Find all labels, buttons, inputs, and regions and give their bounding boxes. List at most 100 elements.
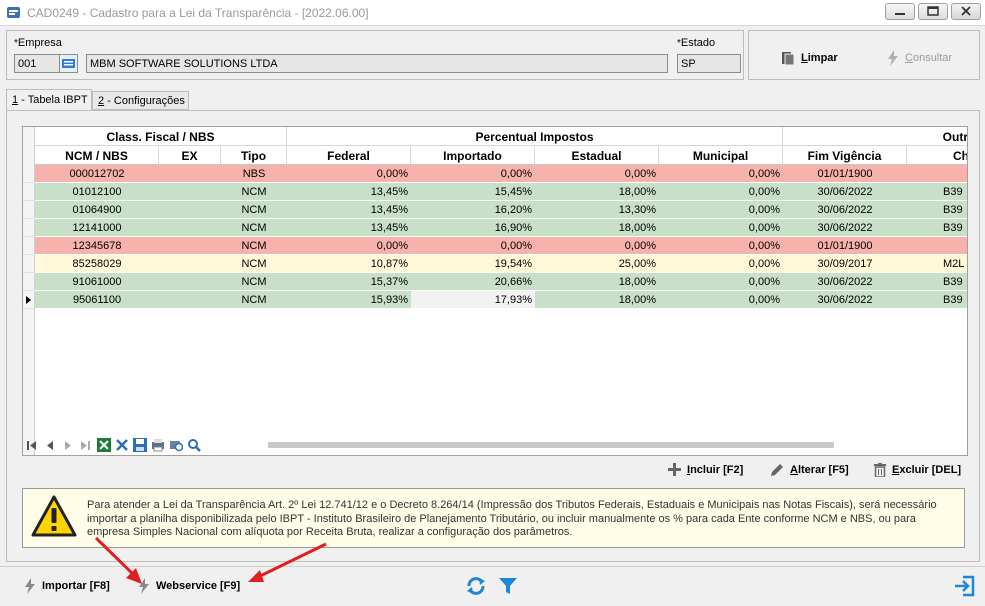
estado-field[interactable]: SP	[677, 54, 741, 73]
col-ch[interactable]: Ch	[907, 146, 967, 165]
limpar-button[interactable]: Limpar	[781, 50, 838, 66]
cell-ch[interactable]	[907, 165, 967, 183]
cell-ncm[interactable]: 12345678	[35, 237, 159, 255]
cell-ncm[interactable]: 01064900	[35, 201, 159, 219]
tools-button[interactable]	[114, 437, 130, 453]
cell-federal[interactable]: 10,87%	[287, 255, 411, 273]
cell-ex[interactable]	[159, 291, 221, 309]
last-record-button[interactable]	[78, 437, 94, 453]
cell-federal[interactable]: 15,93%	[287, 291, 411, 309]
col-ncm-nbs[interactable]: NCM / NBS	[35, 146, 159, 165]
cell-fim[interactable]: 30/06/2022	[783, 183, 907, 201]
cell-federal[interactable]: 0,00%	[287, 165, 411, 183]
cell-tipo[interactable]: NCM	[221, 291, 287, 309]
row-indicator[interactable]	[23, 165, 35, 183]
cell-ch[interactable]: B39	[907, 291, 967, 309]
row-indicator[interactable]	[23, 273, 35, 291]
col-importado[interactable]: Importado	[411, 146, 535, 165]
webservice-button[interactable]: Webservice [F9]	[138, 578, 240, 594]
search-button[interactable]	[186, 437, 202, 453]
cell-federal[interactable]: 13,45%	[287, 219, 411, 237]
col-estadual[interactable]: Estadual	[535, 146, 659, 165]
cell-importado[interactable]: 16,90%	[411, 219, 535, 237]
cell-ncm[interactable]: 91061000	[35, 273, 159, 291]
cell-municipal[interactable]: 0,00%	[659, 183, 783, 201]
cell-ex[interactable]	[159, 183, 221, 201]
next-record-button[interactable]	[60, 437, 76, 453]
cell-estadual[interactable]: 18,00%	[535, 291, 659, 309]
col-tipo[interactable]: Tipo	[221, 146, 287, 165]
table-row[interactable]: 12141000 NCM 13,45% 16,90% 18,00% 0,00% 30/06/…	[23, 219, 967, 237]
table-row[interactable]: 91061000 NCM 15,37% 20,66% 18,00% 0,00% 30/06/…	[23, 273, 967, 291]
table-row[interactable]: 000012702 NBS 0,00% 0,00% 0,00% 0,00% 01/01/19…	[23, 165, 967, 183]
cell-importado[interactable]: 17,93%	[411, 291, 535, 309]
cell-ex[interactable]	[159, 237, 221, 255]
excluir-button[interactable]: Excluir [DEL]	[874, 463, 961, 477]
cell-tipo[interactable]: NBS	[221, 165, 287, 183]
cell-estadual[interactable]: 18,00%	[535, 183, 659, 201]
col-fim-vigencia[interactable]: Fim Vigência	[783, 146, 907, 165]
cell-municipal[interactable]: 0,00%	[659, 291, 783, 309]
cell-importado[interactable]: 19,54%	[411, 255, 535, 273]
cell-tipo[interactable]: NCM	[221, 183, 287, 201]
cell-fim[interactable]: 30/06/2022	[783, 291, 907, 309]
minimize-button[interactable]	[885, 3, 915, 20]
filter-icon[interactable]	[499, 578, 517, 594]
export-excel-button[interactable]	[96, 437, 112, 453]
cell-ch[interactable]: B39	[907, 219, 967, 237]
cell-ex[interactable]	[159, 273, 221, 291]
cell-ex[interactable]	[159, 201, 221, 219]
prev-record-button[interactable]	[42, 437, 58, 453]
row-indicator[interactable]	[23, 291, 35, 309]
row-indicator[interactable]	[23, 255, 35, 273]
alterar-button[interactable]: Alterar [F5]	[770, 463, 849, 477]
cell-estadual[interactable]: 0,00%	[535, 165, 659, 183]
cell-fim[interactable]: 01/01/1900	[783, 165, 907, 183]
cell-ch[interactable]: B39	[907, 273, 967, 291]
cell-ncm[interactable]: 12141000	[35, 219, 159, 237]
close-button[interactable]	[951, 3, 981, 20]
cell-ch[interactable]: B39	[907, 201, 967, 219]
table-row[interactable]: 12345678 NCM 0,00% 0,00% 0,00% 0,00% 01/01/190…	[23, 237, 967, 255]
cell-tipo[interactable]: NCM	[221, 219, 287, 237]
table-row[interactable]: 01064900 NCM 13,45% 16,20% 13,30% 0,00% 30/06/…	[23, 201, 967, 219]
cell-fim[interactable]: 01/01/1900	[783, 237, 907, 255]
table-row[interactable]: 01012100 NCM 13,45% 15,45% 18,00% 0,00% 30/06/…	[23, 183, 967, 201]
cell-tipo[interactable]: NCM	[221, 201, 287, 219]
cell-importado[interactable]: 0,00%	[411, 237, 535, 255]
cell-tipo[interactable]: NCM	[221, 237, 287, 255]
cell-federal[interactable]: 0,00%	[287, 237, 411, 255]
cell-ncm[interactable]: 95061100	[35, 291, 159, 309]
col-ex[interactable]: EX	[159, 146, 221, 165]
cell-municipal[interactable]: 0,00%	[659, 273, 783, 291]
cell-ex[interactable]	[159, 165, 221, 183]
save-grid-button[interactable]	[132, 437, 148, 453]
row-indicator[interactable]	[23, 237, 35, 255]
cell-ncm[interactable]: 000012702	[35, 165, 159, 183]
cell-estadual[interactable]: 13,30%	[535, 201, 659, 219]
col-municipal[interactable]: Municipal	[659, 146, 783, 165]
cell-fim[interactable]: 30/06/2022	[783, 273, 907, 291]
print-button[interactable]	[150, 437, 166, 453]
cell-federal[interactable]: 15,37%	[287, 273, 411, 291]
importar-button[interactable]: Importar [F8]	[24, 578, 110, 594]
tab-configuracoes[interactable]: 2 - Configurações	[92, 91, 189, 110]
tab-tabela-ibpt[interactable]: 1 - Tabela IBPT	[6, 89, 92, 111]
cell-importado[interactable]: 0,00%	[411, 165, 535, 183]
table-row[interactable]: 85258029 NCM 10,87% 19,54% 25,00% 0,00% 30/09/…	[23, 255, 967, 273]
cell-fim[interactable]: 30/09/2017	[783, 255, 907, 273]
cell-municipal[interactable]: 0,00%	[659, 237, 783, 255]
cell-ncm[interactable]: 01012100	[35, 183, 159, 201]
cell-ex[interactable]	[159, 255, 221, 273]
incluir-button[interactable]: Incluir [F2]	[668, 463, 743, 476]
cell-estadual[interactable]: 0,00%	[535, 237, 659, 255]
cell-municipal[interactable]: 0,00%	[659, 201, 783, 219]
cell-importado[interactable]: 20,66%	[411, 273, 535, 291]
refresh-icon[interactable]	[465, 575, 487, 597]
empresa-code-field[interactable]: 001	[14, 54, 60, 73]
cell-ch[interactable]	[907, 237, 967, 255]
cell-municipal[interactable]: 0,00%	[659, 165, 783, 183]
horizontal-scrollbar[interactable]	[268, 442, 834, 448]
cell-federal[interactable]: 13,45%	[287, 183, 411, 201]
cell-tipo[interactable]: NCM	[221, 273, 287, 291]
